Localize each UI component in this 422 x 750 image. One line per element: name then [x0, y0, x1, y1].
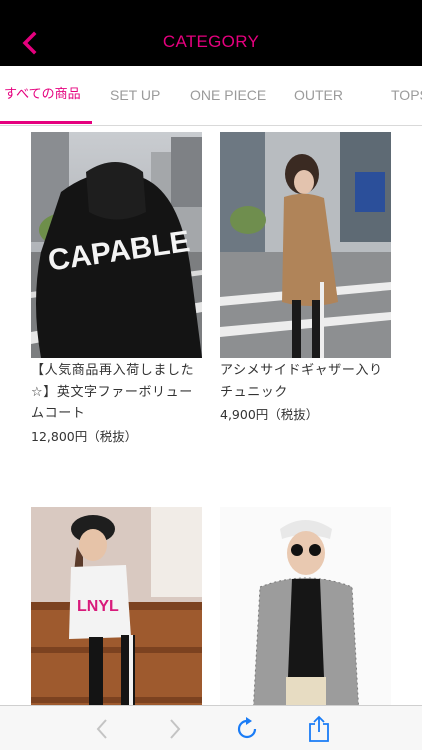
- svg-text:LNYL: LNYL: [77, 598, 119, 615]
- tab-tops[interactable]: TOPS: [391, 66, 422, 125]
- nav-forward-button[interactable]: [155, 706, 195, 750]
- page-title: CATEGORY: [162, 32, 260, 51]
- product-image: LNYL: [31, 507, 202, 705]
- product-price: 4,900円（税抜）: [220, 407, 319, 422]
- product-image: CAPABLE: [31, 132, 202, 358]
- active-tab-indicator: [0, 121, 92, 124]
- product-grid: CAPABLE 【人気商品再入荷しました☆】英文字ファーボリュームコート 12,…: [0, 127, 422, 705]
- share-button[interactable]: [299, 706, 339, 750]
- browser-toolbar: [0, 705, 422, 750]
- product-image: [220, 507, 391, 705]
- product-name: 【人気商品再入荷しました☆】英文字ファーボリュームコート: [31, 363, 195, 421]
- product-price: 12,800円（税抜）: [31, 428, 138, 444]
- product-image: [220, 132, 391, 358]
- app-header: CATEGORY: [0, 0, 422, 66]
- reload-button[interactable]: [227, 706, 267, 750]
- tab-set-up[interactable]: SET UP: [110, 66, 160, 125]
- tab-all-products[interactable]: すべての商品: [4, 66, 81, 125]
- product-card[interactable]: [220, 507, 391, 705]
- product-card[interactable]: LNYL: [31, 507, 202, 705]
- product-card[interactable]: CAPABLE 【人気商品再入荷しました☆】英文字ファーボリュームコート 12,…: [31, 132, 202, 447]
- share-icon: [309, 715, 329, 742]
- tab-outer[interactable]: OUTER: [294, 66, 343, 125]
- arrow-left-icon: [96, 718, 107, 739]
- arrow-right-icon: [170, 718, 181, 739]
- nav-back-button[interactable]: [82, 706, 122, 750]
- category-tabs: すべての商品 SET UP ONE PIECE OUTER TOPS: [0, 66, 422, 126]
- reload-icon: [237, 716, 257, 738]
- product-name: アシメサイドギャザー入りチュニック: [220, 363, 383, 400]
- tab-one-piece[interactable]: ONE PIECE: [190, 66, 266, 125]
- product-card[interactable]: アシメサイドギャザー入りチュニック 4,900円（税抜）: [220, 132, 391, 425]
